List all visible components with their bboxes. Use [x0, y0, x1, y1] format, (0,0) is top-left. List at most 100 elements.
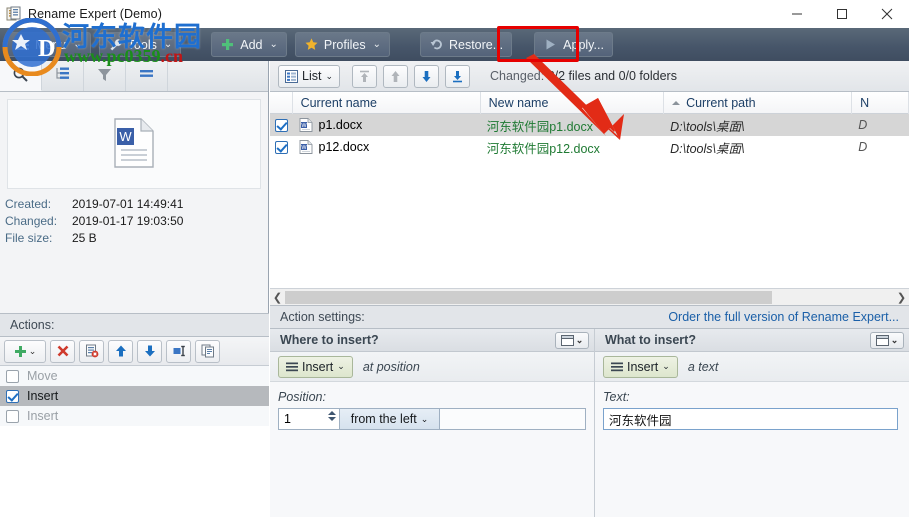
stepper-down-icon[interactable] — [328, 417, 336, 421]
restore-label: Restore... — [448, 37, 504, 52]
clear-list-icon — [85, 344, 98, 358]
copy-icon — [201, 344, 214, 358]
chevron-down-icon: ⌄ — [372, 39, 381, 50]
tools-button[interactable]: Tools ⌄ — [98, 32, 182, 57]
action-label: Insert — [27, 389, 59, 403]
move-up-button[interactable] — [383, 64, 408, 88]
file-list-hscrollbar[interactable]: ❮ ❯ — [270, 288, 909, 305]
chevron-down-icon: ⌄ — [575, 334, 584, 345]
search-icon — [12, 66, 29, 86]
column-header-checkbox[interactable] — [270, 92, 293, 114]
text-label: Text: — [603, 390, 630, 404]
where-pane-title: Where to insert? — [280, 333, 379, 347]
direction-value: from the left — [350, 412, 417, 426]
left-panel-tabs — [0, 61, 268, 92]
window-title: Rename Expert (Demo) — [28, 7, 162, 21]
rename-action-button[interactable] — [166, 339, 191, 363]
where-pane-header: Where to insert? ⌄ — [270, 329, 594, 352]
changed-value: 2019-01-17 19:03:50 — [72, 214, 184, 228]
insert-text-input[interactable]: 河东软件园 — [603, 408, 898, 430]
add-button[interactable]: Add ⌄ — [211, 32, 287, 57]
scroll-right-button[interactable]: ❯ — [894, 291, 909, 304]
menu-label: Menu — [35, 37, 67, 52]
position-stepper[interactable]: 1 — [278, 408, 340, 430]
column-header-new-path[interactable]: N — [852, 92, 909, 114]
plus-icon — [220, 37, 235, 52]
menu-button[interactable]: Menu ⌄ — [6, 32, 91, 57]
stepper-up-icon[interactable] — [328, 411, 336, 415]
hamburger-icon — [286, 362, 298, 371]
duplicate-action-button[interactable] — [195, 339, 220, 363]
window-controls — [774, 0, 909, 28]
action-item-insert-1[interactable]: Insert — [0, 386, 269, 406]
actions-list: Move Insert Insert — [0, 366, 269, 517]
stepper-arrows[interactable] — [328, 411, 336, 421]
action-checkbox[interactable] — [6, 369, 19, 383]
move-down-button[interactable] — [414, 64, 439, 88]
down-icon — [422, 70, 431, 82]
move-action-up-button[interactable] — [108, 339, 133, 363]
remove-action-button[interactable] — [50, 339, 75, 363]
close-button[interactable] — [864, 0, 909, 28]
view-mode-button[interactable]: List ⌄ — [278, 64, 340, 88]
profiles-label: Profiles — [323, 37, 366, 52]
filter-icon — [96, 66, 113, 86]
action-item-insert-2[interactable]: Insert — [0, 406, 269, 426]
where-mode-button[interactable]: Insert ⌄ — [278, 355, 353, 378]
filesize-value: 25 B — [72, 231, 97, 245]
move-to-bottom-button[interactable] — [445, 64, 470, 88]
row-checkbox[interactable] — [274, 118, 288, 132]
metadata-row: File size: 25 B — [5, 230, 263, 247]
minimize-button[interactable] — [774, 0, 819, 28]
row-checkbox-cell[interactable] — [270, 136, 293, 158]
action-checkbox[interactable] — [6, 409, 19, 423]
action-checkbox[interactable] — [6, 389, 19, 403]
chevron-down-icon: ⌄ — [28, 345, 37, 356]
profiles-button[interactable]: Profiles ⌄ — [294, 32, 390, 57]
scroll-thumb[interactable] — [285, 290, 772, 304]
where-mode-description: at position — [362, 359, 420, 374]
svg-text:W: W — [301, 123, 307, 129]
app-icon — [6, 6, 22, 22]
row-checkbox-cell[interactable] — [270, 114, 293, 136]
what-mode-description: a text — [687, 359, 719, 374]
list-view-icon — [285, 69, 298, 83]
metadata-row: Created: 2019-07-01 14:49:41 — [5, 196, 263, 213]
arrow-up-icon — [115, 345, 126, 357]
green-plus-icon — [14, 345, 26, 357]
scroll-left-button[interactable]: ❮ — [270, 291, 285, 304]
hamburger-icon — [611, 362, 623, 371]
row-checkbox[interactable] — [274, 140, 288, 154]
tab-list[interactable] — [126, 61, 168, 91]
up-to-top-icon — [360, 70, 369, 82]
where-pane-options-button[interactable]: ⌄ — [555, 331, 589, 349]
action-label: Insert — [27, 409, 59, 423]
chevron-down-icon: ⌄ — [73, 39, 82, 50]
column-header-current-name[interactable]: Current name — [293, 92, 481, 114]
order-full-version-link[interactable]: Order the full version of Rename Expert.… — [668, 310, 899, 324]
clear-actions-button[interactable] — [79, 339, 104, 363]
move-action-down-button[interactable] — [137, 339, 162, 363]
tab-tree[interactable] — [42, 61, 84, 91]
position-value: 1 — [284, 412, 291, 426]
svg-text:W: W — [119, 129, 132, 144]
chevron-down-icon: ⌄ — [420, 413, 429, 424]
word-file-icon: W — [299, 118, 312, 132]
cell-new-path: D — [858, 118, 868, 132]
maximize-button[interactable] — [819, 0, 864, 28]
direction-dropdown[interactable]: from the left ⌄ — [340, 408, 440, 430]
scroll-track[interactable] — [285, 289, 894, 305]
move-to-top-button[interactable] — [352, 64, 377, 88]
column-label: N — [860, 95, 870, 110]
action-item-move[interactable]: Move — [0, 366, 269, 386]
what-mode-button[interactable]: Insert ⌄ — [603, 355, 678, 378]
column-header-current-path[interactable]: Current path — [664, 92, 853, 114]
position-filler — [440, 408, 586, 430]
add-action-button[interactable]: ⌄ — [4, 339, 46, 363]
restore-button[interactable]: Restore... — [419, 32, 513, 57]
tab-filter[interactable] — [84, 61, 126, 91]
what-pane-options-button[interactable]: ⌄ — [870, 331, 904, 349]
title-bar: Rename Expert (Demo) — [0, 0, 909, 28]
tab-search[interactable] — [0, 61, 42, 91]
arrow-down-icon — [144, 345, 155, 357]
